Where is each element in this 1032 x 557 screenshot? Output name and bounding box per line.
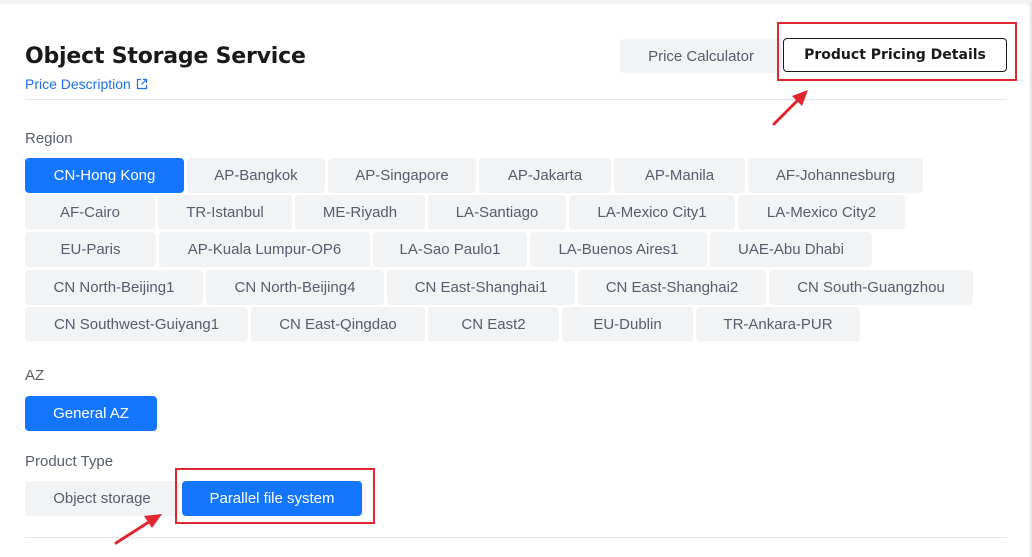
external-link-icon xyxy=(136,78,147,90)
price-description-link[interactable]: Price Description xyxy=(25,76,148,92)
product-type-object-storage[interactable]: Object storage xyxy=(25,481,179,516)
price-description-label: Price Description xyxy=(25,76,131,92)
region-option-la-santiago[interactable]: LA-Santiago xyxy=(428,195,566,230)
bottom-divider xyxy=(25,537,1007,538)
region-option-la-buenos-aires1[interactable]: LA-Buenos Aires1 xyxy=(530,232,707,267)
region-option-cn-hong-kong[interactable]: CN-Hong Kong xyxy=(25,158,184,193)
pricing-card: Object Storage Service Price Description… xyxy=(0,4,1030,557)
region-option-tr-ankara-pur[interactable]: TR-Ankara-PUR xyxy=(696,307,860,342)
region-option-af-johannesburg[interactable]: AF-Johannesburg xyxy=(748,158,923,193)
product-type-parallel-file-system[interactable]: Parallel file system xyxy=(182,481,362,516)
region-label: Region xyxy=(25,130,73,147)
region-option-uae-abu-dhabi[interactable]: UAE-Abu Dhabi xyxy=(710,232,872,267)
region-option-ap-singapore[interactable]: AP-Singapore xyxy=(328,158,476,193)
region-option-la-mexico-city1[interactable]: LA-Mexico City1 xyxy=(569,195,735,230)
price-calculator-button[interactable]: Price Calculator xyxy=(620,39,782,73)
region-option-eu-dublin[interactable]: EU-Dublin xyxy=(562,307,693,342)
region-option-la-sao-paulo1[interactable]: LA-Sao Paulo1 xyxy=(373,232,527,267)
region-option-ap-bangkok[interactable]: AP-Bangkok xyxy=(187,158,325,193)
region-option-ap-manila[interactable]: AP-Manila xyxy=(614,158,745,193)
region-option-cn-north-beijing4[interactable]: CN North-Beijing4 xyxy=(206,270,384,305)
region-option-cn-east-qingdao[interactable]: CN East-Qingdao xyxy=(251,307,425,342)
region-option-cn-north-beijing1[interactable]: CN North-Beijing1 xyxy=(25,270,203,305)
region-option-af-cairo[interactable]: AF-Cairo xyxy=(25,195,155,230)
region-option-ap-jakarta[interactable]: AP-Jakarta xyxy=(479,158,611,193)
product-pricing-details-button[interactable]: Product Pricing Details xyxy=(783,38,1007,72)
az-option-general-az[interactable]: General AZ xyxy=(25,396,157,431)
page-title: Object Storage Service xyxy=(25,44,306,69)
region-option-me-riyadh[interactable]: ME-Riyadh xyxy=(295,195,425,230)
region-option-cn-south-guangzhou[interactable]: CN South-Guangzhou xyxy=(769,270,973,305)
region-option-cn-southwest-guiyang1[interactable]: CN Southwest-Guiyang1 xyxy=(25,307,248,342)
region-option-cn-east-shanghai2[interactable]: CN East-Shanghai2 xyxy=(578,270,766,305)
header-divider xyxy=(25,99,1007,100)
az-label: AZ xyxy=(25,367,45,384)
region-option-ap-kuala-lumpur-op6[interactable]: AP-Kuala Lumpur-OP6 xyxy=(159,232,370,267)
region-option-cn-east2[interactable]: CN East2 xyxy=(428,307,559,342)
product-type-label: Product Type xyxy=(25,453,114,470)
region-option-la-mexico-city2[interactable]: LA-Mexico City2 xyxy=(738,195,905,230)
region-option-tr-istanbul[interactable]: TR-Istanbul xyxy=(158,195,292,230)
region-option-eu-paris[interactable]: EU-Paris xyxy=(25,232,156,267)
region-option-cn-east-shanghai1[interactable]: CN East-Shanghai1 xyxy=(387,270,575,305)
